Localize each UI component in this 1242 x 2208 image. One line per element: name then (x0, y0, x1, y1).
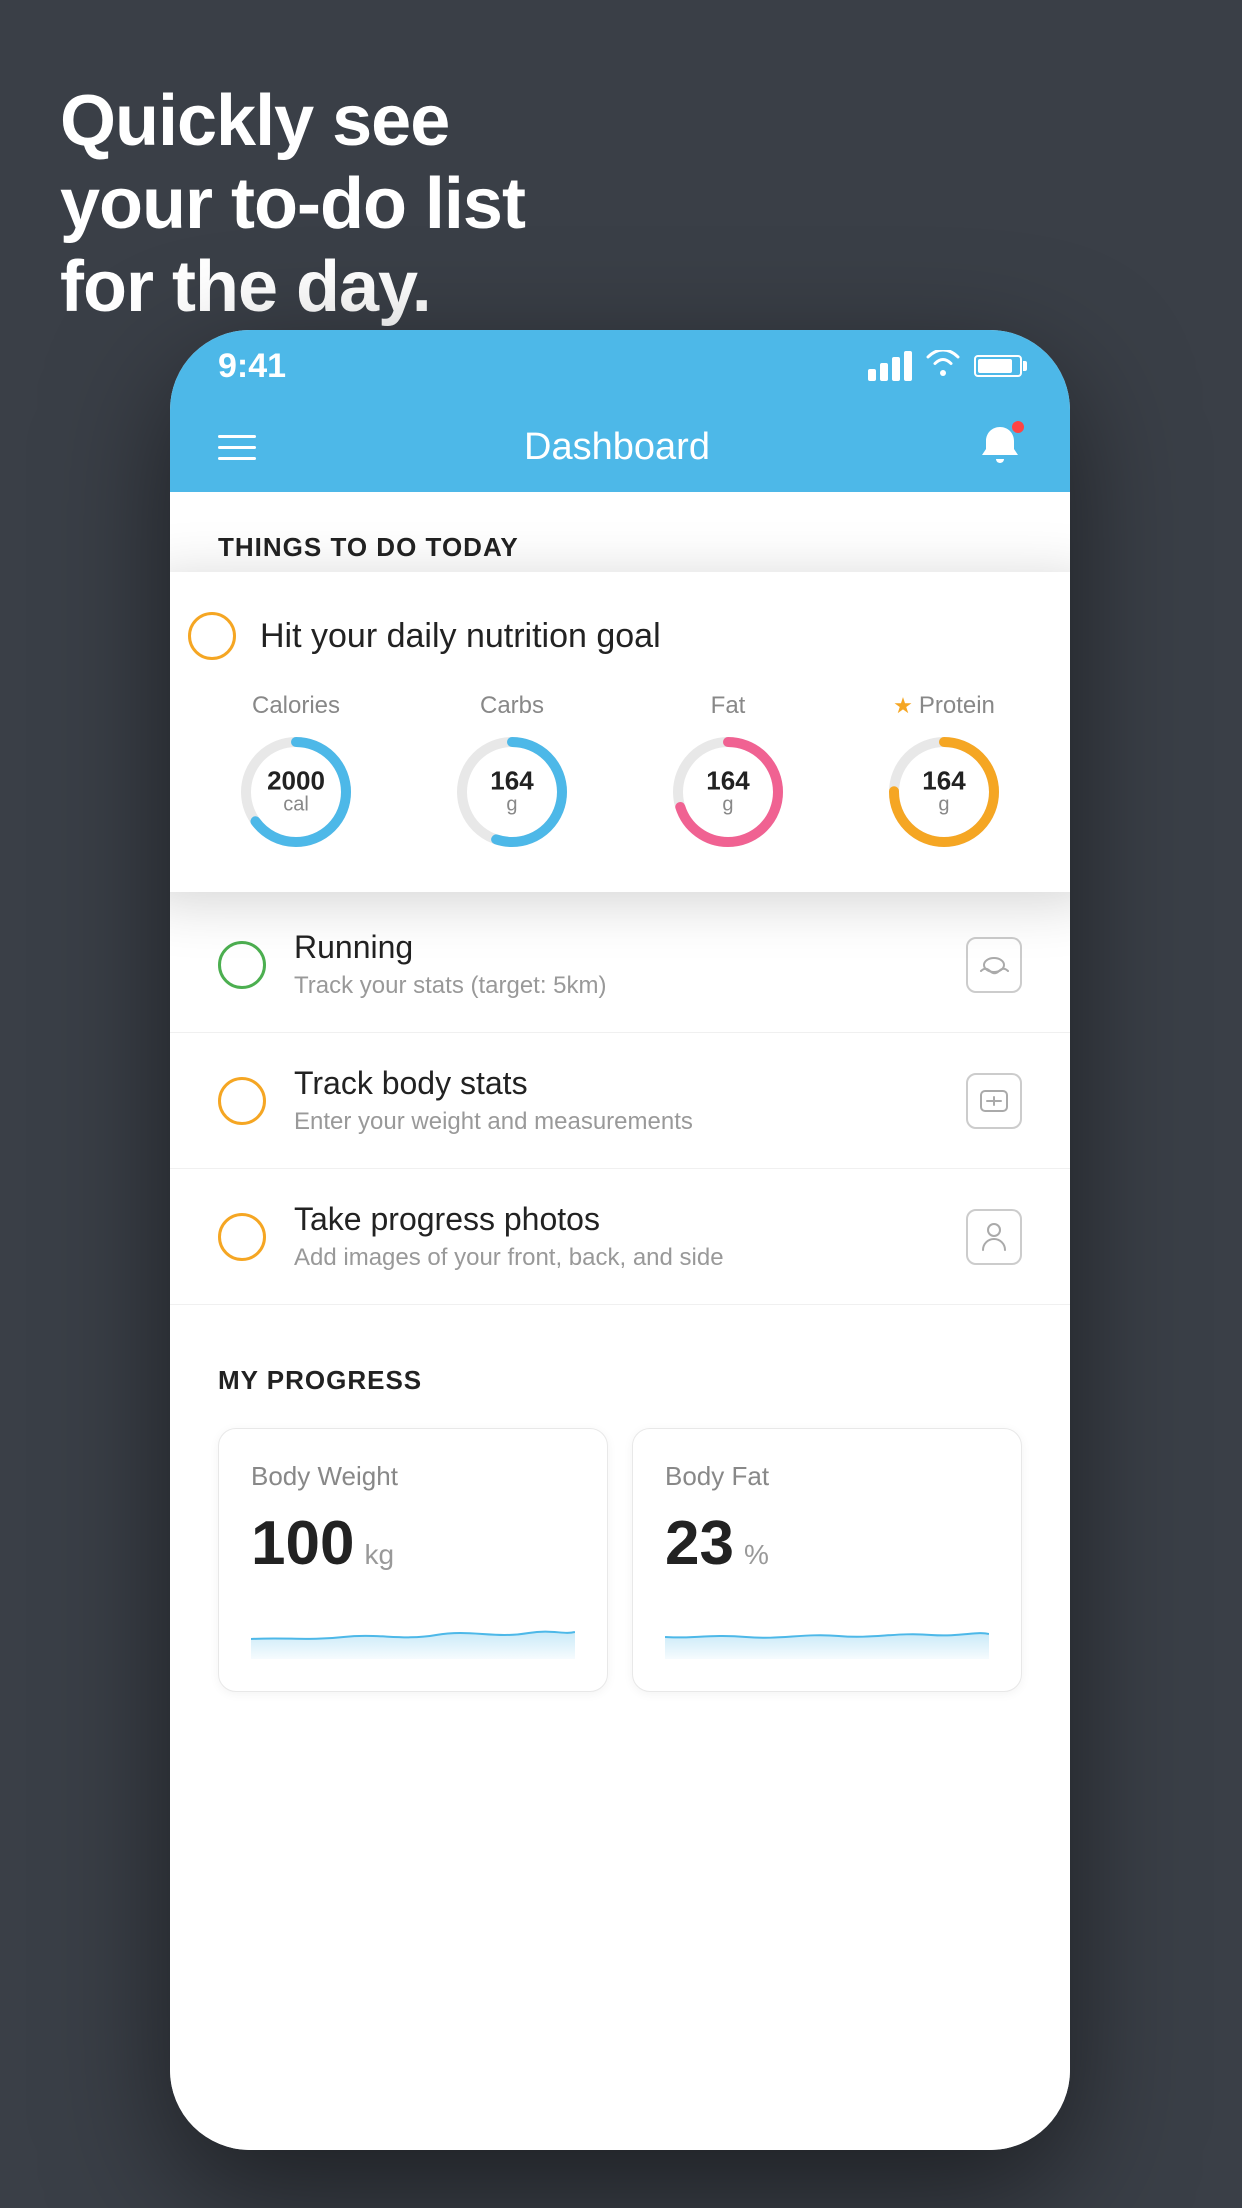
card-title: Hit your daily nutrition goal (260, 617, 661, 656)
battery-icon (974, 355, 1022, 377)
body-fat-unit: % (744, 1539, 769, 1571)
progress-section: MY PROGRESS Body Weight 100 kg (170, 1325, 1070, 1692)
notification-button[interactable] (978, 423, 1022, 472)
body-fat-label: Body Fat (665, 1461, 989, 1492)
hero-line2: your to-do list (60, 163, 525, 246)
body-weight-unit: kg (364, 1539, 394, 1571)
background: Quickly see your to-do list for the day.… (0, 0, 1242, 2208)
status-bar: 9:41 (170, 330, 1070, 402)
body-stats-checkbox[interactable] (218, 1077, 266, 1125)
app-header: Dashboard (170, 402, 1070, 492)
nutrition-carbs: Carbs 164 g (452, 692, 572, 852)
app-body: THINGS TO DO TODAY Hit your daily nutrit… (170, 492, 1070, 2150)
body-weight-value: 100 (251, 1508, 354, 1579)
phone-shell: 9:41 (170, 330, 1070, 2150)
nutrition-fat: Fat 164 g (668, 692, 788, 852)
photos-title: Take progress photos (294, 1201, 938, 1238)
body-fat-card[interactable]: Body Fat 23 % (632, 1428, 1022, 1692)
hero-text: Quickly see your to-do list for the day. (60, 80, 525, 328)
nutrition-card: Hit your daily nutrition goal Calories (170, 572, 1070, 892)
running-icon (966, 937, 1022, 993)
todo-running[interactable]: Running Track your stats (target: 5km) (170, 897, 1070, 1033)
scale-icon (966, 1073, 1022, 1129)
body-weight-card[interactable]: Body Weight 100 kg (218, 1428, 608, 1692)
calories-donut: 2000 cal (236, 732, 356, 852)
star-icon: ★ (893, 693, 913, 719)
person-icon (966, 1209, 1022, 1265)
body-weight-label: Body Weight (251, 1461, 575, 1492)
header-title: Dashboard (524, 426, 710, 469)
status-icons (868, 350, 1022, 383)
protein-donut: 164 g (884, 732, 1004, 852)
body-weight-chart (251, 1599, 575, 1659)
nutrition-checkbox[interactable] (188, 612, 236, 660)
signal-icon (868, 351, 912, 381)
hero-line1: Quickly see (60, 80, 525, 163)
menu-button[interactable] (218, 435, 256, 460)
carbs-donut: 164 g (452, 732, 572, 852)
photos-subtitle: Add images of your front, back, and side (294, 1244, 938, 1272)
progress-title: MY PROGRESS (218, 1365, 1022, 1396)
body-fat-value: 23 (665, 1508, 734, 1579)
body-stats-title: Track body stats (294, 1065, 938, 1102)
todo-body-stats[interactable]: Track body stats Enter your weight and m… (170, 1033, 1070, 1169)
progress-cards: Body Weight 100 kg (218, 1428, 1022, 1692)
hero-line3: for the day. (60, 246, 525, 329)
todo-list: Running Track your stats (target: 5km) (170, 897, 1070, 1305)
wifi-icon (926, 350, 960, 383)
status-time: 9:41 (218, 347, 286, 386)
running-checkbox[interactable] (218, 941, 266, 989)
nutrition-circles: Calories 2000 cal (188, 692, 1052, 852)
fat-donut: 164 g (668, 732, 788, 852)
body-fat-chart (665, 1599, 989, 1659)
photos-checkbox[interactable] (218, 1213, 266, 1261)
todo-progress-photos[interactable]: Take progress photos Add images of your … (170, 1169, 1070, 1305)
nutrition-calories: Calories 2000 cal (236, 692, 356, 852)
card-title-row: Hit your daily nutrition goal (188, 612, 1052, 660)
nutrition-protein: ★ Protein 164 g (884, 692, 1004, 852)
body-stats-subtitle: Enter your weight and measurements (294, 1108, 938, 1136)
